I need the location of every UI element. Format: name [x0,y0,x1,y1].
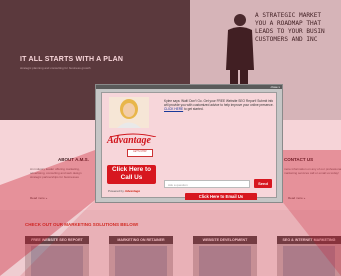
about-text: An industry leader offering marketing, a… [30,167,82,179]
powered-by-label: Powered by [108,189,124,193]
solution-card-image [199,246,251,276]
solution-card-title: MARKETING ON RETAINER [109,236,173,244]
solution-card-image [31,246,83,276]
solution-card-image [283,246,335,276]
call-us-button[interactable]: Click Here to Call Us [107,165,156,184]
solution-card[interactable]: SEO & INTERNET MARKETING [277,236,341,276]
powered-by-brand: Advantage [124,189,141,193]
email-us-button[interactable]: Click Here to Email Us [185,193,257,200]
contact-read-more-link[interactable]: Read more » [288,196,305,200]
popup-message-text: Kylee says: Wait! Don't Go. Get your FRE… [164,99,274,107]
popup-click-here-link[interactable]: CLICK HERE [164,107,183,111]
question-input[interactable]: Ask a question [164,180,250,188]
about-title: ABOUT A.M.S. [58,157,89,162]
solution-card[interactable]: WEBSITE DEVELOPMENT [193,236,257,276]
solution-card-title: SEO & INTERNET MARKETING [277,236,341,244]
logo-wordmark: Advantage [107,135,151,146]
chalk-line: A STRATEGIC MARKET [255,12,322,19]
advantage-logo: Advantage LET'S CHAT [107,129,159,159]
agent-avatar [109,97,149,128]
chalkboard-text: A STRATEGIC MARKET YOU A ROADMAP THAT LEAD… [255,12,341,44]
popup-title-bar [96,85,282,89]
chalk-line: CUSTOMERS AND INC [255,36,318,43]
contact-text: more information on any of our professio… [284,167,341,175]
chalk-line: LEADS TO YOUR BUSIN [255,28,325,35]
solution-card-title: FREE WEBSITE SEO REPORT [25,236,89,244]
popup-message-tail: to get started. [184,107,204,111]
popup-message: Kylee says: Wait! Don't Go. Get your FRE… [164,99,274,111]
businessman-image [226,14,254,94]
popup-close-button[interactable]: close x [271,85,280,89]
solution-card[interactable]: FREE WEBSITE SEO REPORT [25,236,89,276]
solution-card[interactable]: MARKETING ON RETAINER [109,236,173,276]
solution-card-image [115,246,167,276]
solutions-heading: CHECK OUT OUR MARKETING SOLUTIONS BELOW! [25,222,139,227]
hero-title: IT ALL STARTS WITH A PLAN [20,56,124,63]
powered-by: Powered by Advantage [108,189,140,193]
chalk-line: YOU A ROADMAP THAT [255,20,322,27]
send-button[interactable]: Send [254,179,272,188]
logo-subtext: LET'S CHAT [127,149,153,157]
contact-title: CONTACT US [284,157,314,162]
hero-subtitle: strategic planning and consulting for bu… [20,66,91,70]
solution-card-title: WEBSITE DEVELOPMENT [193,236,257,244]
about-read-more-link[interactable]: Read more » [30,196,47,200]
popup-body: Kylee says: Wait! Don't Go. Get your FRE… [101,92,277,200]
chat-popup: close x Kylee says: Wait! Don't Go. Get … [95,84,283,203]
